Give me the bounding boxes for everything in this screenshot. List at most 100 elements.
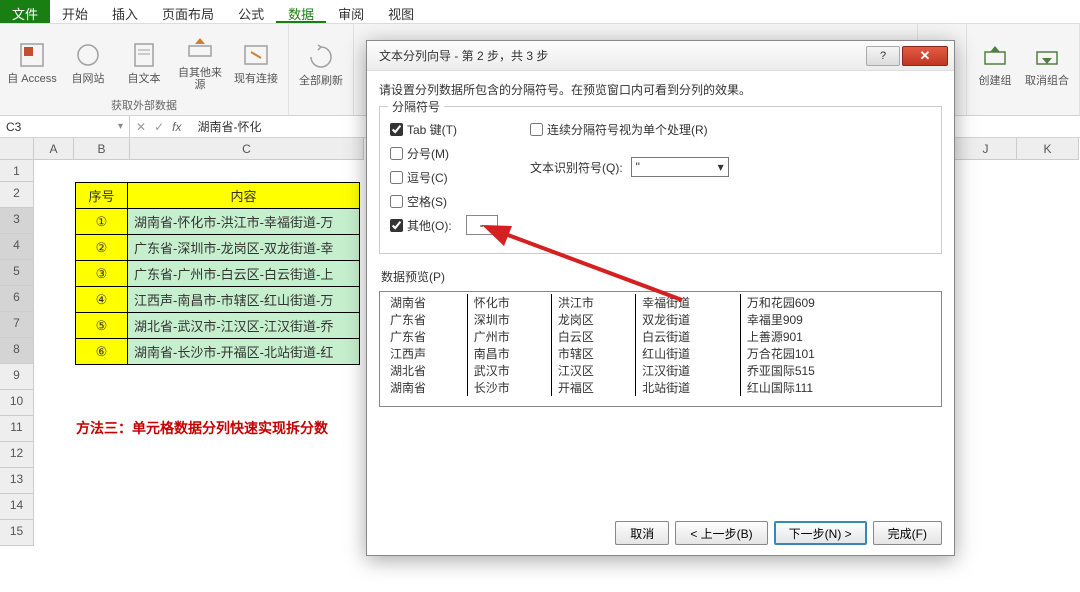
formula-input[interactable]: 湖南省-怀化 [187,118,261,135]
cell[interactable]: 湖南省-怀化市-洪江市-幸福街道-万 [128,209,360,235]
tab-checkbox[interactable]: Tab 键(T) [390,117,524,141]
preview-cell: 幸福街道 [636,294,741,311]
preview-cell: 武汉市 [467,362,551,379]
other-checkbox[interactable]: 其他(O): [390,213,524,237]
cancel-button[interactable]: 取消 [615,521,669,545]
help-button[interactable]: ? [866,46,900,66]
tab-insert[interactable]: 插入 [100,0,150,23]
cell[interactable]: 广东省-广州市-白云区-白云街道-上 [128,261,360,287]
other-delimiter-input[interactable] [466,215,498,235]
preview-cell: 江汉街道 [636,362,741,379]
tab-formula[interactable]: 公式 [226,0,276,23]
enter-icon[interactable]: ✓ [154,120,164,134]
tab-home[interactable]: 开始 [50,0,100,23]
row-1[interactable]: 1 [0,160,34,182]
col-A[interactable]: A [34,138,74,160]
row-2[interactable]: 2 [0,182,34,208]
from-other-button[interactable]: 自其他来源 [174,33,226,91]
cell[interactable]: 广东省-深圳市-龙岗区-双龙街道-幸 [128,235,360,261]
finish-button[interactable]: 完成(F) [873,521,942,545]
chevron-down-icon: ▾ [718,160,724,174]
space-checkbox[interactable]: 空格(S) [390,189,524,213]
cell-seq[interactable]: ② [76,235,128,261]
preview-cell: 乔亚国际515 [740,362,937,379]
text-qualifier-combo[interactable]: " ▾ [631,157,729,177]
delimiter-fieldset: 分隔符号 Tab 键(T) 分号(M) 逗号(C) 空格(S) 其他(O): 连… [379,106,942,254]
preview-cell: 广州市 [467,328,551,345]
col-B[interactable]: B [74,138,130,160]
next-button[interactable]: 下一步(N) > [774,521,867,545]
row-10[interactable]: 10 [0,390,34,416]
cell[interactable]: 江西声-南昌市-市辖区-红山街道-万 [128,287,360,313]
name-box[interactable]: C3 ▾ [0,116,130,137]
preview-cell: 湖南省 [384,379,467,396]
preview-cell: 长沙市 [467,379,551,396]
preview-cell: 湖北省 [384,362,467,379]
chevron-down-icon: ▾ [118,121,123,132]
preview-cell: 红山国际111 [740,379,937,396]
cell-seq[interactable]: ③ [76,261,128,287]
cell-seq[interactable]: ① [76,209,128,235]
formula-controls: ✕ ✓ fx [130,116,187,137]
group-button[interactable]: 创建组 [973,41,1017,87]
from-access-button[interactable]: 自 Access [6,39,58,85]
header-seq[interactable]: 序号 [76,183,128,209]
from-text-button[interactable]: 自文本 [118,39,170,85]
preview-label: 数据预览(P) [381,268,940,285]
back-button[interactable]: < 上一步(B) [675,521,767,545]
row-3[interactable]: 3 [0,208,34,234]
method-caption: 方法三：单元格数据分列快速实现拆分数 [76,418,328,438]
preview-pane[interactable]: 湖南省怀化市洪江市幸福街道万和花园609广东省深圳市龙岗区双龙街道幸福里909广… [379,291,942,407]
cell-seq[interactable]: ⑤ [76,313,128,339]
qualifier-label: 文本识别符号(Q): [530,159,623,176]
consecutive-checkbox[interactable]: 连续分隔符号视为单个处理(R) [530,117,931,141]
row-7[interactable]: 7 [0,312,34,338]
from-web-button[interactable]: 自网站 [62,39,114,85]
close-button[interactable]: ✕ [902,46,948,66]
preview-cell: 万和花园609 [740,294,937,311]
cell-seq[interactable]: ④ [76,287,128,313]
other-sources-icon [184,33,216,65]
row-14[interactable]: 14 [0,494,34,520]
col-K[interactable]: K [1017,138,1079,160]
row-11[interactable]: 11 [0,416,34,442]
tab-layout[interactable]: 页面布局 [150,0,226,23]
preview-cell: 洪江市 [551,294,635,311]
tab-data[interactable]: 数据 [276,0,326,23]
existing-conn-button[interactable]: 现有连接 [230,39,282,85]
preview-table: 湖南省怀化市洪江市幸福街道万和花园609广东省深圳市龙岗区双龙街道幸福里909广… [384,294,937,396]
tab-file[interactable]: 文件 [0,0,50,23]
preview-cell: 白云街道 [636,328,741,345]
row-8[interactable]: 8 [0,338,34,364]
dialog-titlebar[interactable]: 文本分列向导 - 第 2 步，共 3 步 ? ✕ [367,41,954,71]
cell-seq[interactable]: ⑥ [76,339,128,365]
header-content[interactable]: 内容 [128,183,360,209]
preview-cell: 北站街道 [636,379,741,396]
comma-checkbox[interactable]: 逗号(C) [390,165,524,189]
ungroup-button[interactable]: 取消组合 [1021,41,1073,87]
col-J[interactable]: J [955,138,1017,160]
select-all-corner[interactable] [0,138,34,160]
fx-icon[interactable]: fx [172,120,181,134]
cancel-icon[interactable]: ✕ [136,120,146,134]
ribbon-tabs: 文件 开始 插入 页面布局 公式 数据 审阅 视图 [0,0,1080,24]
access-icon [16,39,48,71]
col-C[interactable]: C [130,138,364,160]
row-12[interactable]: 12 [0,442,34,468]
tab-review[interactable]: 审阅 [326,0,376,23]
cell[interactable]: 湖南省-长沙市-开福区-北站街道-红 [128,339,360,365]
row-5[interactable]: 5 [0,260,34,286]
fieldset-legend: 分隔符号 [388,98,444,115]
cell[interactable]: 湖北省-武汉市-江汉区-江汉街道-乔 [128,313,360,339]
row-4[interactable]: 4 [0,234,34,260]
row-9[interactable]: 9 [0,364,34,390]
ribbon-group-refresh: 全部刷新 [289,24,354,115]
row-6[interactable]: 6 [0,286,34,312]
semicolon-checkbox[interactable]: 分号(M) [390,141,524,165]
preview-cell: 双龙街道 [636,311,741,328]
tab-view[interactable]: 视图 [376,0,426,23]
row-13[interactable]: 13 [0,468,34,494]
dialog-hint: 请设置分列数据所包含的分隔符号。在预览窗口内可看到分列的效果。 [379,81,942,98]
refresh-all-button[interactable]: 全部刷新 [295,41,347,87]
row-15[interactable]: 15 [0,520,34,546]
